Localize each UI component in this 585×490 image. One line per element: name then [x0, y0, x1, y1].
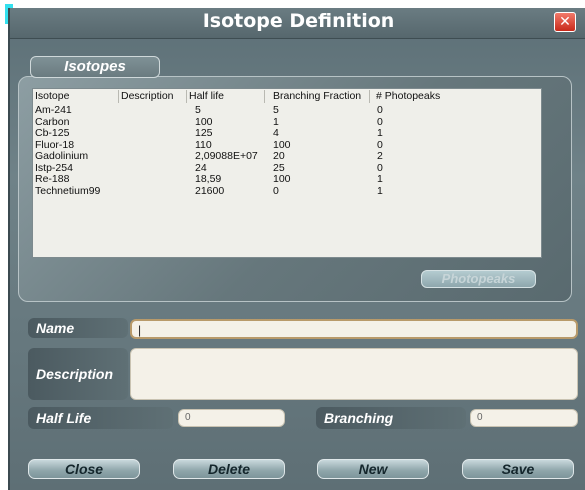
branching-fraction-cell: 100: [273, 138, 291, 151]
photopeaks-button[interactable]: Photopeaks: [421, 270, 536, 288]
close-icon[interactable]: ✕: [554, 12, 576, 32]
isotope-name-cell: Cb-125: [35, 127, 70, 139]
save-button[interactable]: Save: [462, 459, 574, 479]
isotope-list-row[interactable]: Am-241 5 5 0: [33, 105, 541, 116]
photopeaks-cell: 1: [377, 184, 383, 197]
isotope-list-row[interactable]: Istp-254 24 25 0: [33, 161, 541, 174]
column-header-photopeaks[interactable]: # Photopeaks: [369, 90, 489, 103]
half-life-cell: 21600: [195, 184, 225, 197]
photopeaks-cell: 0: [377, 138, 383, 151]
title-bar[interactable]: Isotope Definition ✕: [10, 8, 585, 39]
delete-button[interactable]: Delete: [173, 459, 285, 479]
half-life-label: Half Life: [28, 407, 173, 429]
isotope-list-row[interactable]: Technetium99 21600 0 1: [33, 184, 541, 197]
photopeaks-cell: 1: [377, 173, 383, 185]
name-input[interactable]: |: [130, 319, 578, 339]
photopeaks-cell: 0: [377, 115, 383, 128]
isotope-name-cell: Istp-254: [35, 161, 73, 174]
isotope-name-cell: Carbon: [35, 115, 70, 128]
isotope-name-cell: Fluor-18: [35, 138, 75, 151]
half-life-cell: 5: [195, 104, 201, 116]
branching-fraction-cell: 25: [273, 161, 285, 174]
name-label: Name: [28, 318, 128, 338]
isotope-list-header: Isotope Description Half life Branching …: [33, 89, 541, 104]
isotopes-group-label: Isotopes: [30, 56, 160, 78]
isotope-name-cell: Re-188: [35, 173, 70, 185]
branching-fraction-cell: 4: [273, 127, 279, 139]
branching-fraction-cell: 100: [273, 173, 291, 185]
isotope-name-cell: Gadolinium: [35, 150, 89, 162]
branching-fraction-cell: 0: [273, 184, 279, 197]
description-label: Description: [28, 348, 128, 400]
isotope-name-cell: Technetium99: [35, 184, 101, 197]
photopeaks-cell: 0: [377, 161, 383, 174]
photopeaks-cell: 2: [377, 150, 383, 162]
description-input[interactable]: [130, 348, 578, 400]
branching-fraction-cell: 1: [273, 115, 279, 128]
isotope-list[interactable]: Isotope Description Half life Branching …: [32, 88, 542, 258]
close-button[interactable]: Close: [28, 459, 140, 479]
isotope-list-row[interactable]: Fluor-18 110 100 0: [33, 138, 541, 151]
branching-input[interactable]: 0: [470, 409, 578, 427]
window-title: Isotope Definition: [202, 10, 395, 32]
isotope-list-row[interactable]: Gadolinium 2,09088E+07 20 2: [33, 151, 541, 162]
isotope-name-cell: Am-241: [35, 104, 72, 116]
isotope-list-row[interactable]: Cb-125 125 4 1: [33, 128, 541, 139]
column-header-isotope[interactable]: Isotope: [33, 90, 119, 103]
half-life-cell: 24: [195, 161, 207, 174]
column-header-description[interactable]: Description: [119, 90, 187, 103]
half-life-cell: 110: [195, 138, 212, 151]
half-life-cell: 125: [195, 127, 213, 139]
isotope-list-row[interactable]: Re-188 18,59 100 1: [33, 174, 541, 185]
half-life-cell: 18,59: [195, 173, 222, 185]
new-button[interactable]: New: [317, 459, 429, 479]
half-life-cell: 100: [195, 115, 213, 128]
branching-fraction-cell: 20: [273, 150, 285, 162]
column-header-branching-fraction[interactable]: Branching Fraction: [265, 90, 369, 103]
isotope-list-row[interactable]: Carbon 100 1 0: [33, 115, 541, 128]
photopeaks-cell: 0: [377, 104, 383, 116]
photopeaks-cell: 1: [377, 127, 383, 139]
branching-label: Branching: [316, 407, 466, 429]
branching-fraction-cell: 5: [273, 104, 279, 116]
column-header-half-life[interactable]: Half life: [187, 90, 265, 103]
half-life-cell: 2,09088E+07: [195, 150, 258, 162]
half-life-input[interactable]: 0: [178, 409, 285, 427]
